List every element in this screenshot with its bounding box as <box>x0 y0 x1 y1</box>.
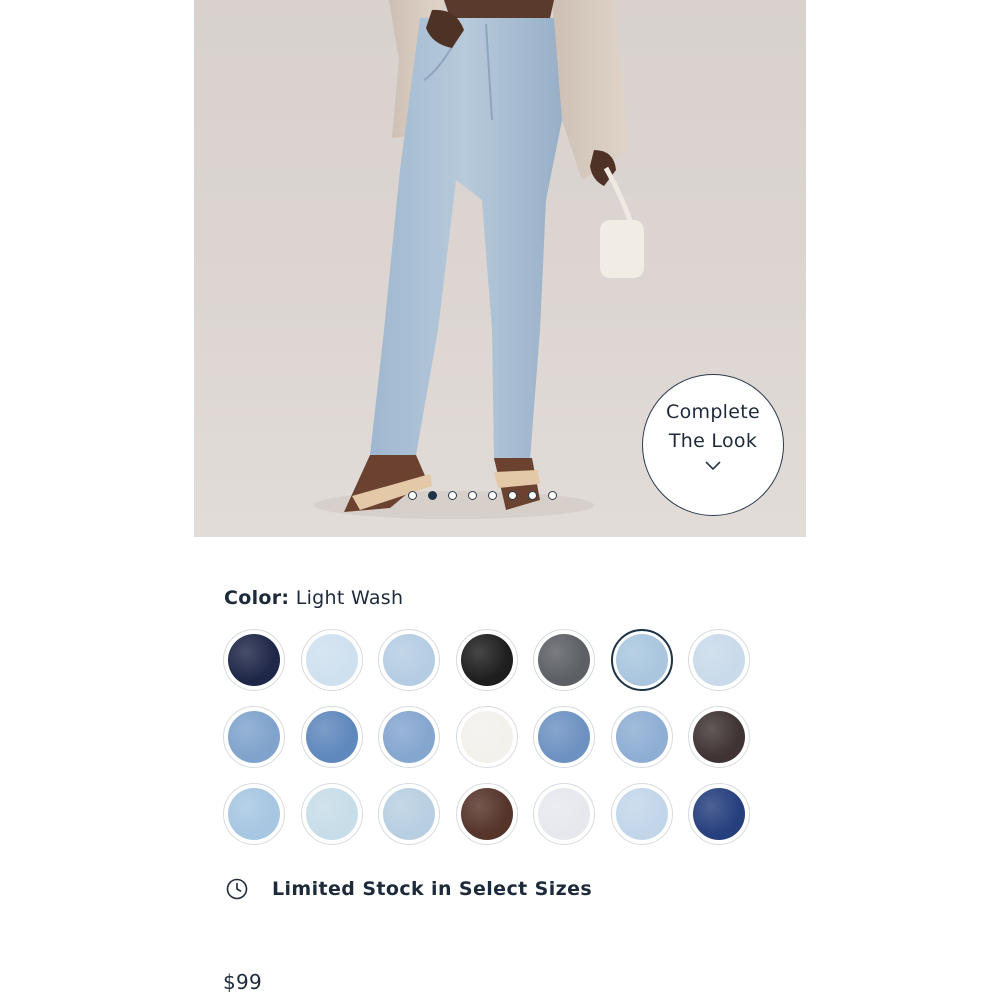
complete-the-look-line2: The Look <box>668 430 758 452</box>
color-swatch-fill <box>383 788 435 840</box>
color-swatch-fill <box>383 711 435 763</box>
color-swatch-fill <box>460 634 513 686</box>
color-swatch-fill <box>615 634 668 686</box>
product-price: $99 <box>223 970 263 994</box>
carousel-dot[interactable] <box>488 491 497 500</box>
clock-icon <box>226 878 248 900</box>
color-swatch-fill <box>538 711 590 763</box>
color-swatch-fill <box>693 634 745 686</box>
carousel-dot[interactable] <box>508 491 517 500</box>
color-swatch-fill <box>460 711 513 763</box>
color-swatch[interactable] <box>300 629 363 691</box>
color-swatch[interactable] <box>378 629 440 691</box>
color-swatch[interactable] <box>455 706 518 768</box>
color-swatch-fill <box>615 711 668 763</box>
color-swatch-fill <box>693 788 745 840</box>
color-swatch[interactable] <box>223 629 285 691</box>
color-swatch-fill <box>305 634 358 686</box>
color-swatch[interactable] <box>688 783 750 845</box>
color-swatch-grid <box>223 629 750 845</box>
color-swatch[interactable] <box>533 706 595 768</box>
product-image[interactable]: Complete The Look <box>194 0 806 537</box>
color-swatch[interactable] <box>533 629 595 691</box>
chevron-down-icon <box>705 461 721 471</box>
color-swatch-fill <box>693 711 745 763</box>
carousel-dot-active[interactable] <box>428 491 437 500</box>
color-swatch[interactable] <box>688 706 750 768</box>
color-label-row: Color: Light Wash <box>224 587 403 609</box>
color-swatch-fill <box>383 634 435 686</box>
color-swatch[interactable] <box>688 629 750 691</box>
color-swatch-fill <box>538 634 590 686</box>
color-swatch[interactable] <box>300 783 363 845</box>
color-swatch-fill <box>460 788 513 840</box>
carousel-dots <box>408 491 557 500</box>
color-swatch[interactable] <box>533 783 595 845</box>
complete-the-look-line1: Complete <box>666 401 760 423</box>
product-page: Complete The Look Color: Light Wash Limi… <box>0 0 1000 1000</box>
color-swatch[interactable] <box>610 706 673 768</box>
color-swatch[interactable] <box>223 783 285 845</box>
color-swatch[interactable] <box>223 706 285 768</box>
color-swatch[interactable] <box>378 706 440 768</box>
carousel-dot[interactable] <box>408 491 417 500</box>
color-swatch[interactable] <box>455 629 518 691</box>
color-swatch-fill <box>228 634 280 686</box>
stock-notice: Limited Stock in Select Sizes <box>226 878 592 900</box>
carousel-dot[interactable] <box>448 491 457 500</box>
complete-the-look-button[interactable]: Complete The Look <box>642 374 784 516</box>
color-swatch-selected[interactable] <box>610 629 673 691</box>
carousel-dot[interactable] <box>468 491 477 500</box>
carousel-dot[interactable] <box>548 491 557 500</box>
stock-text: Limited Stock in Select Sizes <box>272 878 593 900</box>
carousel-dot[interactable] <box>528 491 537 500</box>
color-swatch-fill <box>228 788 280 840</box>
color-swatch-fill <box>305 711 358 763</box>
color-swatch[interactable] <box>455 783 518 845</box>
color-swatch-fill <box>305 788 358 840</box>
color-swatch[interactable] <box>300 706 363 768</box>
color-swatch-fill <box>538 788 590 840</box>
color-swatch[interactable] <box>610 783 673 845</box>
color-value: Light Wash <box>295 587 404 609</box>
color-label: Color: <box>224 587 290 609</box>
color-swatch-fill <box>228 711 280 763</box>
color-swatch[interactable] <box>378 783 440 845</box>
color-swatch-fill <box>615 788 668 840</box>
